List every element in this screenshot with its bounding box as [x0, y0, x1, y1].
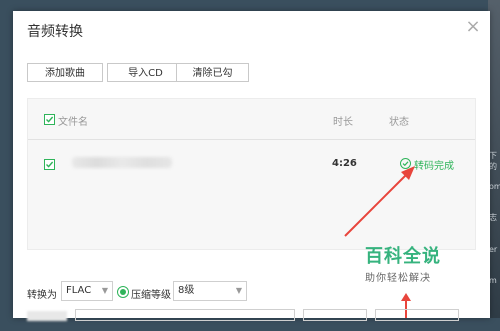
annotation-arrow: [344, 166, 415, 237]
select-all-checkbox[interactable]: [44, 114, 55, 125]
compression-level-select[interactable]: 8级 ▼: [173, 281, 247, 301]
blurred-label: [27, 311, 67, 321]
column-header-filename: 文件名: [58, 117, 88, 128]
dialog-title: 音频转换: [27, 24, 83, 40]
close-icon[interactable]: ×: [464, 18, 482, 36]
bg-glyph: 下的: [489, 151, 497, 171]
watermark-subtitle: 助你轻松解决: [365, 273, 431, 284]
watermark-title: 百科全说: [365, 246, 441, 267]
compression-level-value: 8级: [178, 285, 195, 296]
column-header-duration: 时长: [333, 117, 353, 128]
change-path-button[interactable]: [303, 309, 367, 321]
blurred-filename: [72, 157, 172, 168]
list-header: 文件名 时长 状态: [28, 99, 475, 140]
output-path-input[interactable]: [75, 309, 295, 321]
row-checkbox[interactable]: [44, 159, 55, 170]
chevron-down-icon: ▼: [101, 286, 108, 295]
bg-glyph: om: [489, 182, 500, 191]
import-cd-button[interactable]: 导入CD: [107, 63, 184, 82]
bg-glyph: 志: [489, 213, 497, 222]
convert-to-label: 转换为: [27, 290, 57, 301]
clear-checked-button[interactable]: 清除已勾: [176, 63, 249, 82]
compression-label: 压缩等级: [131, 290, 171, 301]
column-header-status: 状态: [389, 117, 409, 128]
start-convert-button[interactable]: [375, 309, 459, 321]
audio-convert-dialog: 音频转换 × 添加歌曲 导入CD 清除已勾 文件名 时长 状态 4:26 转码完…: [13, 11, 490, 321]
format-select[interactable]: FLAC ▼: [61, 281, 113, 301]
output-path-row: [27, 309, 487, 331]
add-song-button[interactable]: 添加歌曲: [27, 63, 103, 82]
watermark-logo: 百科全说 助你轻松解决: [365, 242, 475, 284]
compression-radio[interactable]: [117, 286, 129, 298]
bg-glyph: m: [489, 276, 497, 285]
bg-glyph: er: [489, 245, 498, 254]
format-value: FLAC: [66, 285, 92, 296]
chevron-down-icon: ▼: [235, 286, 242, 295]
